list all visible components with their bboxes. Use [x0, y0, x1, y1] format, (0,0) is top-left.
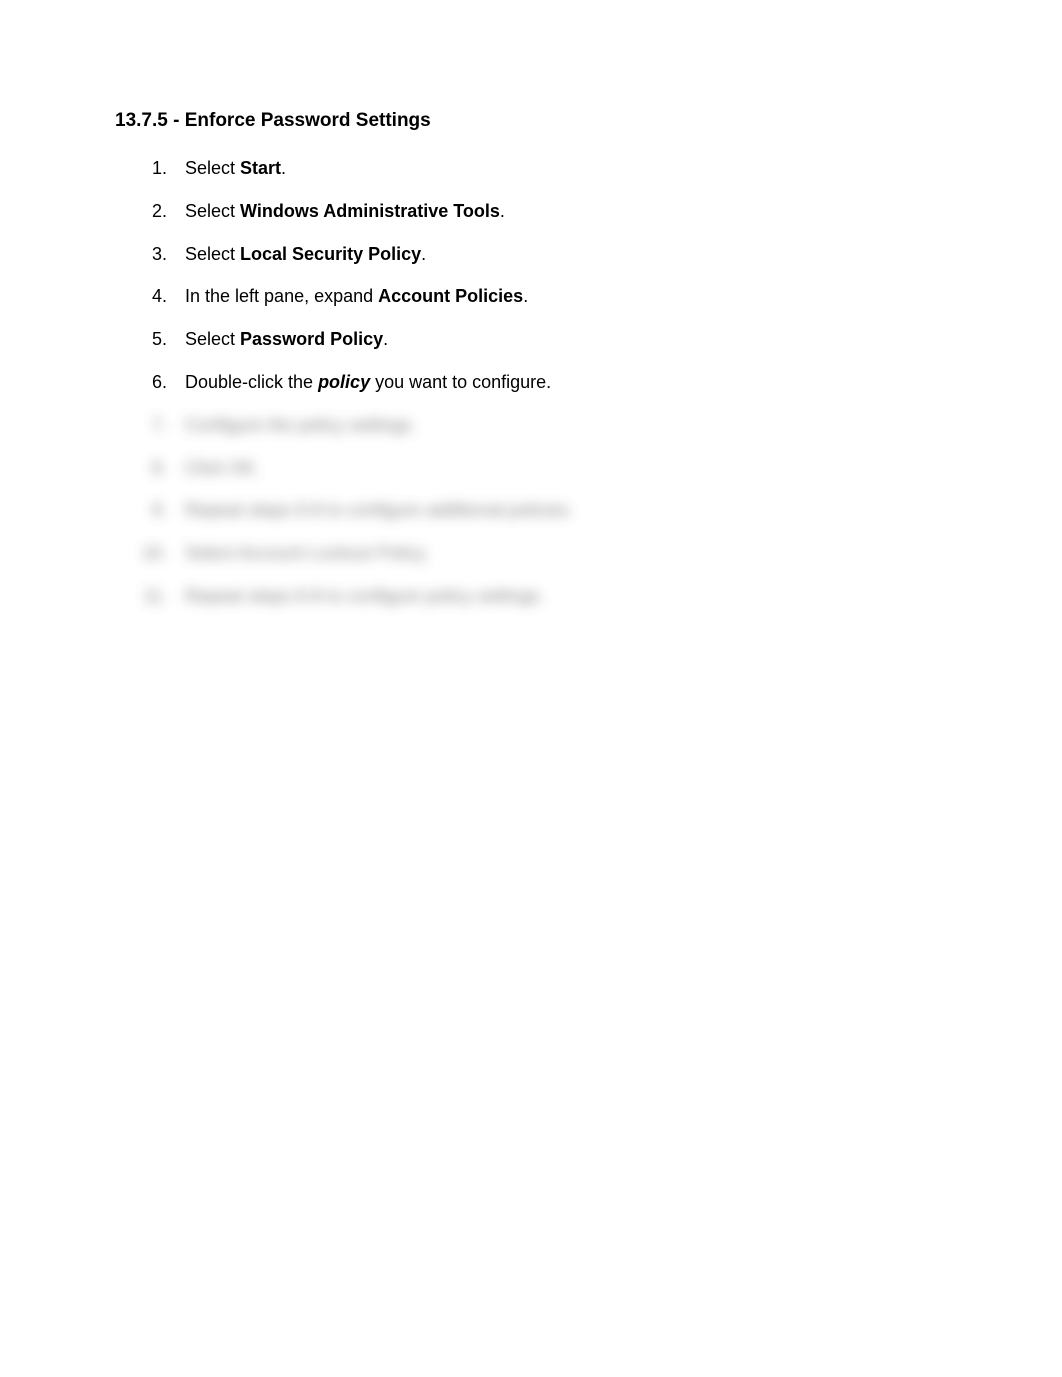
text-plain: Select: [185, 244, 240, 264]
text-bold: Start: [240, 158, 281, 178]
step-number: 3.: [139, 240, 167, 269]
step-number: 6.: [139, 368, 167, 397]
text-plain: Select: [185, 158, 240, 178]
step-text: Repeat steps 6-8 to configure policy set…: [185, 582, 947, 611]
step-number: 4.: [139, 282, 167, 311]
step-item-blurred: 10. Select Account Lockout Policy.: [139, 539, 947, 568]
section-heading: 13.7.5 - Enforce Password Settings: [115, 110, 947, 132]
text-bold: Account Policies: [378, 286, 523, 306]
step-number: 5.: [139, 325, 167, 354]
step-number: 1.: [139, 154, 167, 183]
step-item-blurred: 7. Configure the policy settings.: [139, 411, 947, 440]
step-text: Select Start.: [185, 154, 947, 183]
text-plain: In the left pane, expand: [185, 286, 378, 306]
step-item: 2. Select Windows Administrative Tools.: [139, 197, 947, 226]
text-plain: .: [383, 329, 388, 349]
step-text: Select Windows Administrative Tools.: [185, 197, 947, 226]
step-item: 5. Select Password Policy.: [139, 325, 947, 354]
step-number: 7.: [139, 411, 167, 440]
step-text: Repeat steps 6-8 to configure additional…: [185, 496, 947, 525]
step-number: 2.: [139, 197, 167, 226]
step-text: Select Account Lockout Policy.: [185, 539, 947, 568]
step-item-blurred: 8. Click OK.: [139, 454, 947, 483]
text-bold: Local Security Policy: [240, 244, 421, 264]
step-item: 4. In the left pane, expand Account Poli…: [139, 282, 947, 311]
steps-list: 1. Select Start. 2. Select Windows Admin…: [115, 154, 947, 611]
text-bold: Password Policy: [240, 329, 383, 349]
step-text: Double-click the policy you want to conf…: [185, 368, 947, 397]
step-number: 8.: [139, 454, 167, 483]
text-plain: .: [421, 244, 426, 264]
step-item: 1. Select Start.: [139, 154, 947, 183]
text-plain: .: [500, 201, 505, 221]
text-plain: Double-click the: [185, 372, 318, 392]
step-number: 9.: [139, 496, 167, 525]
step-text: Select Password Policy.: [185, 325, 947, 354]
text-bold: Windows Administrative Tools: [240, 201, 500, 221]
step-item: 3. Select Local Security Policy.: [139, 240, 947, 269]
step-text: Select Local Security Policy.: [185, 240, 947, 269]
step-text: In the left pane, expand Account Policie…: [185, 282, 947, 311]
step-text: Configure the policy settings.: [185, 411, 947, 440]
step-number: 11.: [139, 582, 167, 611]
step-number: 10.: [139, 539, 167, 568]
step-item-blurred: 11. Repeat steps 6-8 to configure policy…: [139, 582, 947, 611]
text-plain: .: [523, 286, 528, 306]
step-text: Click OK.: [185, 454, 947, 483]
text-plain: Select: [185, 201, 240, 221]
text-bold-italic: policy: [318, 372, 370, 392]
step-item-blurred: 9. Repeat steps 6-8 to configure additio…: [139, 496, 947, 525]
text-plain: .: [281, 158, 286, 178]
text-plain: you want to configure.: [370, 372, 551, 392]
text-plain: Select: [185, 329, 240, 349]
step-item: 6. Double-click the policy you want to c…: [139, 368, 947, 397]
